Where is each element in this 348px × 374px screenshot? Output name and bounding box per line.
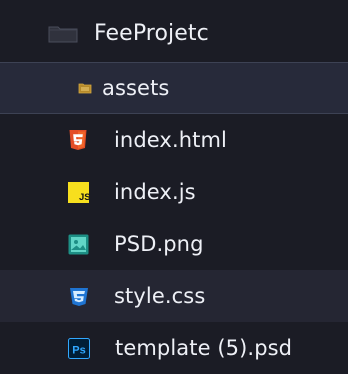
photoshop-icon: Ps <box>68 337 90 359</box>
file-label: style.css <box>114 284 206 308</box>
file-label: PSD.png <box>114 232 204 256</box>
file-index-html[interactable]: index.html <box>0 114 348 166</box>
css3-icon <box>68 286 90 307</box>
photoshop-icon-text: Ps <box>72 344 85 356</box>
html5-icon <box>68 129 88 151</box>
file-label: index.js <box>114 180 196 204</box>
folder-assets[interactable]: assets <box>0 62 348 114</box>
folder-icon <box>78 82 92 94</box>
file-label: index.html <box>114 128 227 152</box>
file-template-psd[interactable]: Ps template (5).psd <box>0 322 348 374</box>
folder-icon <box>48 23 78 43</box>
folder-label: assets <box>102 76 170 100</box>
file-psd-png[interactable]: PSD.png <box>0 218 348 270</box>
js-icon: JS <box>68 181 89 203</box>
folder-feeprojetc[interactable]: FeeProjetc <box>0 8 348 58</box>
folder-label: FeeProjetc <box>94 20 209 46</box>
image-icon <box>68 234 89 255</box>
js-icon-text: JS <box>79 192 89 203</box>
file-style-css[interactable]: style.css <box>0 270 348 322</box>
file-label: template (5).psd <box>115 336 293 360</box>
file-index-js[interactable]: JS index.js <box>0 166 348 218</box>
file-explorer: FeeProjetc assets index.html JS index.js… <box>0 0 348 360</box>
